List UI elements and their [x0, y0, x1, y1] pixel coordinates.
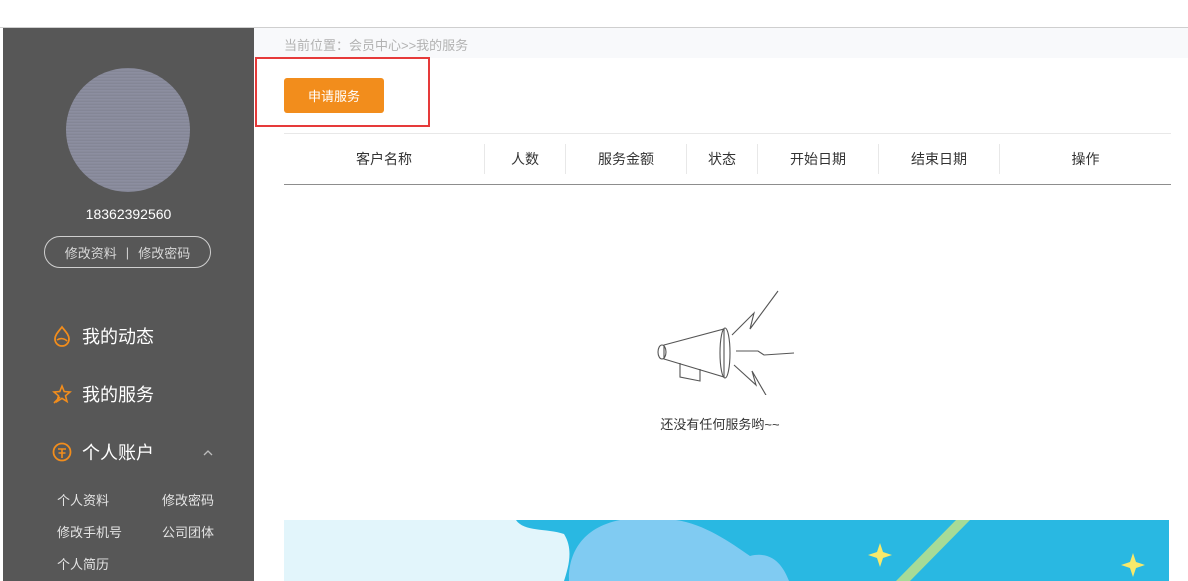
change-password-link[interactable]: 修改密码: [138, 243, 190, 262]
avatar[interactable]: [66, 68, 190, 192]
empty-state-message: 还没有任何服务哟~~: [660, 417, 780, 432]
sub-item-resume[interactable]: 个人简历: [57, 554, 109, 573]
table-header: 客户名称 人数 服务金额 状态 开始日期 结束日期 操作: [284, 133, 1171, 185]
nav-item-dynamics[interactable]: 我的动态: [51, 322, 154, 350]
column-header-actions: 操作: [1071, 151, 1100, 167]
column-header-customer: 客户名称: [284, 144, 485, 174]
sub-item-password[interactable]: 修改密码: [162, 490, 214, 509]
edit-profile-link[interactable]: 修改资料: [65, 243, 117, 262]
column-header-count: 人数: [485, 144, 566, 174]
nav-item-account[interactable]: 个人账户: [51, 438, 154, 466]
nav-label-account: 个人账户: [82, 443, 154, 463]
column-header-status: 状态: [687, 144, 758, 174]
column-header-start-date: 开始日期: [758, 144, 879, 174]
coin-icon: [52, 442, 72, 462]
nav-label-dynamics: 我的动态: [82, 327, 154, 347]
breadcrumb: 当前位置：会员中心>>我的服务: [284, 38, 469, 53]
sub-item-company[interactable]: 公司团体: [162, 522, 214, 541]
drop-icon: [54, 325, 70, 347]
star-icon: [52, 383, 72, 404]
user-phone: 18362392560: [85, 206, 172, 222]
sidebar: 18362392560 修改资料 | 修改密码 我的动态 我的服务 个人账户 个…: [3, 28, 254, 581]
promo-banner[interactable]: [284, 520, 1169, 581]
nav-item-services[interactable]: 我的服务: [51, 380, 154, 408]
chevron-up-icon[interactable]: [201, 446, 215, 460]
sub-item-profile[interactable]: 个人资料: [57, 490, 109, 509]
banner-art: [284, 520, 1169, 581]
column-header-amount: 服务金额: [566, 144, 687, 174]
apply-service-button[interactable]: 申请服务: [284, 78, 384, 113]
column-header-end-date: 结束日期: [879, 144, 1000, 174]
profile-links: 修改资料 | 修改密码: [44, 236, 211, 268]
sub-item-phone[interactable]: 修改手机号: [57, 522, 122, 541]
megaphone-icon: [657, 290, 795, 395]
link-separator: |: [125, 244, 130, 260]
nav-label-services: 我的服务: [82, 385, 154, 405]
